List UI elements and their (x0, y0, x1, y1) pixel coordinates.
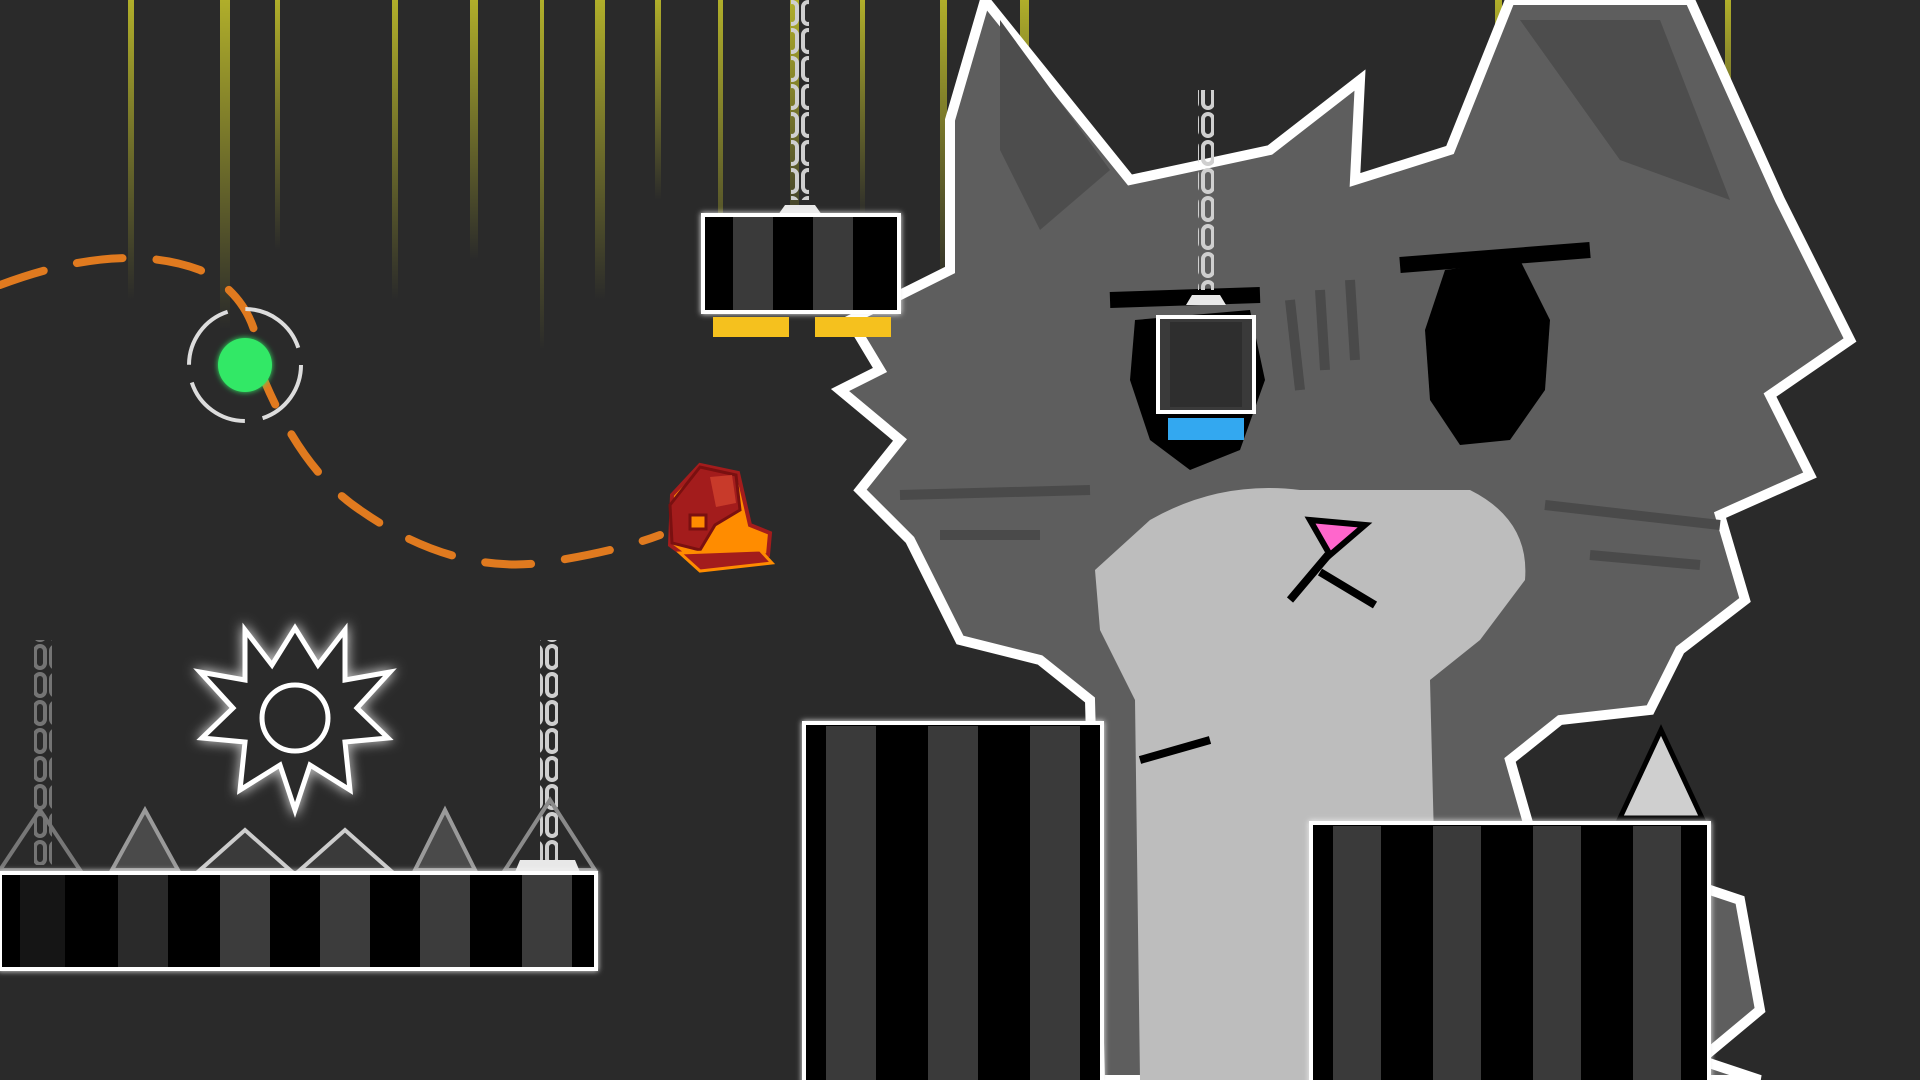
yellow-jump-pad (713, 317, 789, 337)
blue-jump-pad (1168, 418, 1244, 440)
center-pillar-block (802, 721, 1104, 1080)
cat-brow-left (1109, 287, 1261, 308)
game-scene (0, 0, 1920, 1080)
yellow-jump-pad (815, 317, 891, 337)
